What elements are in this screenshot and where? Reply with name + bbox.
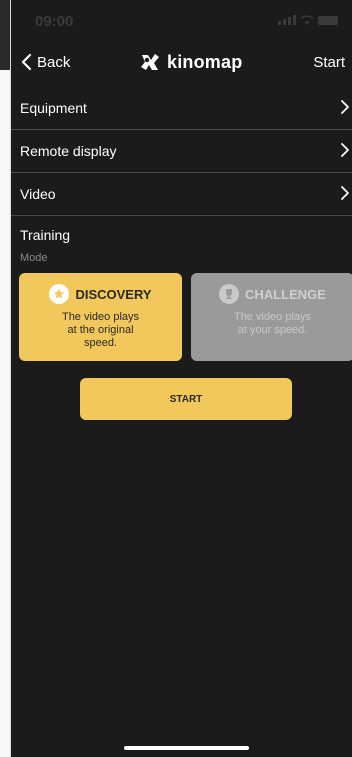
chevron-left-icon	[21, 53, 32, 71]
mode-label: Mode	[20, 252, 48, 264]
challenge-description: The video plays at your speed.	[201, 311, 344, 337]
menu-item-label: Remote display	[20, 143, 117, 159]
battery-icon	[318, 16, 338, 25]
menu-item-remote-display[interactable]: Remote display	[11, 130, 352, 173]
back-button[interactable]: Back	[20, 53, 70, 71]
training-title: Training	[20, 227, 71, 243]
challenge-mode-card[interactable]: CHALLENGE The video plays at your speed.	[191, 273, 352, 361]
description-line: at your speed.	[237, 324, 308, 336]
start-link[interactable]: Start	[313, 54, 345, 71]
challenge-title: CHALLENGE	[245, 286, 326, 302]
phone-screen: 09:00 Back kinomap Start Equipment Remot…	[11, 0, 352, 757]
kinomap-logo-icon	[141, 54, 159, 70]
card-header: DISCOVERY	[19, 284, 182, 304]
description-line: at the original	[67, 324, 134, 336]
discovery-description: The video plays at the original speed.	[29, 311, 172, 350]
status-icons	[278, 15, 338, 25]
discovery-mode-card[interactable]: DISCOVERY The video plays at the origina…	[19, 273, 182, 361]
wifi-icon	[300, 15, 314, 25]
menu-item-equipment[interactable]: Equipment	[11, 87, 352, 130]
description-line: speed.	[83, 337, 118, 349]
start-button[interactable]: START	[80, 378, 292, 420]
kinomap-logo: kinomap	[139, 51, 242, 73]
chevron-right-icon	[341, 100, 349, 114]
description-line: The video plays	[61, 311, 140, 323]
back-label: Back	[37, 53, 71, 71]
chevron-right-icon	[341, 186, 349, 200]
home-indicator[interactable]	[124, 746, 249, 750]
description-line: The video plays	[233, 311, 312, 323]
navigation-bar: Back kinomap Start	[11, 44, 352, 84]
discovery-title: DISCOVERY	[75, 286, 152, 302]
menu-item-label: Video	[20, 186, 56, 202]
trophy-icon	[219, 284, 240, 304]
status-time: 09:00	[35, 13, 74, 30]
logo-text: kinomap	[167, 51, 243, 72]
chevron-right-icon	[341, 143, 349, 157]
menu-item-video[interactable]: Video	[11, 173, 352, 216]
star-icon	[49, 284, 70, 304]
card-header: CHALLENGE	[191, 284, 352, 304]
signal-icon	[278, 15, 296, 25]
menu-item-label: Equipment	[20, 100, 87, 116]
status-bar: 09:00	[11, 0, 352, 44]
background-left-edge	[0, 0, 11, 757]
